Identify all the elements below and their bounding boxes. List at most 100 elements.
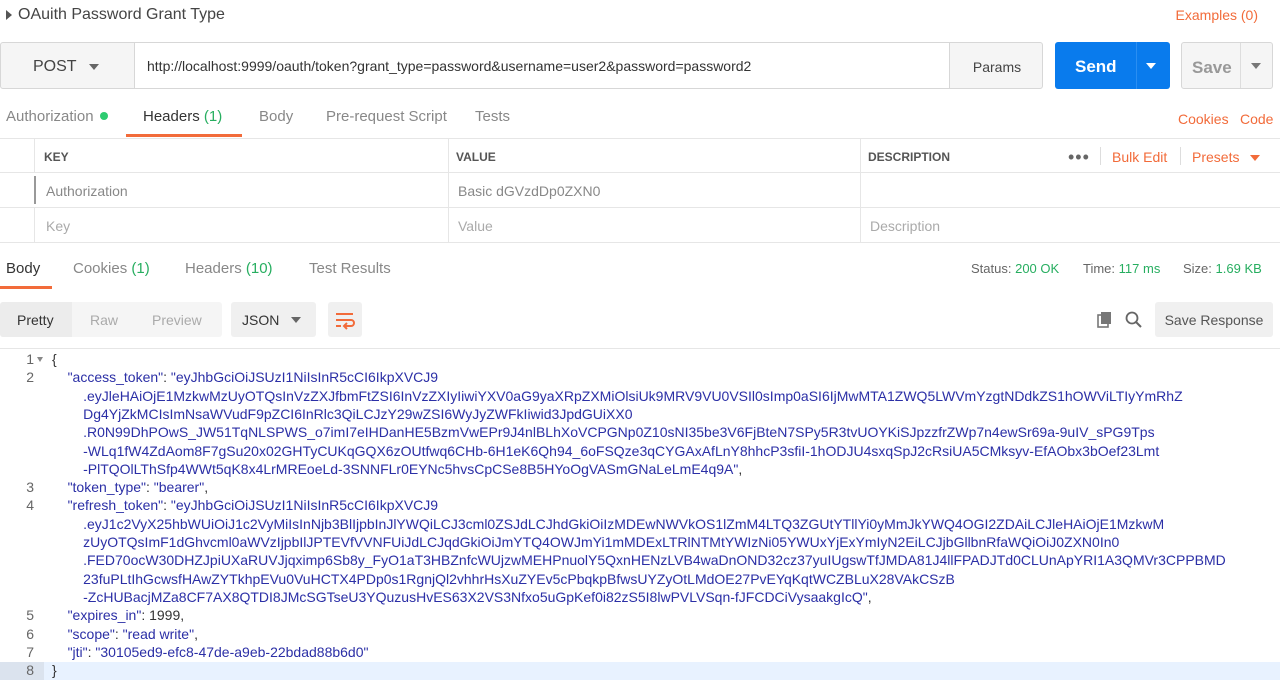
request-bar: POST http://localhost:9999/oauth/token?g… — [0, 42, 1280, 90]
code-text: "refresh_token": "eyJhbGciOiJSUzI1NiIsIn… — [52, 497, 439, 514]
line-number: 6 — [26, 625, 34, 642]
line-number: 1 — [26, 351, 34, 367]
json-punct — [52, 626, 68, 642]
column-divider — [34, 139, 35, 172]
tab-authorization[interactable]: Authorization — [6, 108, 108, 125]
new-description-input[interactable]: Description — [870, 218, 940, 234]
preview-button[interactable]: Preview — [152, 312, 202, 328]
tab-tests[interactable]: Tests — [475, 108, 510, 125]
table-row: Key Value Description — [0, 208, 1280, 243]
json-key: "refresh_token" — [67, 497, 164, 514]
pretty-button[interactable]: Pretty — [17, 312, 54, 328]
tab-response-body[interactable]: Body — [6, 260, 40, 277]
new-value-input[interactable]: Value — [458, 218, 493, 234]
row-checkbox-marker[interactable] — [34, 176, 36, 204]
json-key: "jti" — [67, 643, 88, 660]
tab-response-cookies[interactable]: Cookies (1) — [73, 260, 150, 277]
column-header-description: DESCRIPTION — [868, 150, 951, 164]
code-line: 8} — [0, 662, 1280, 680]
presets-dropdown[interactable]: Presets — [1192, 149, 1239, 165]
line-number: 4 — [26, 497, 34, 514]
more-options-icon[interactable]: ••• — [1068, 147, 1090, 168]
column-divider — [860, 208, 861, 242]
chevron-down-icon[interactable] — [1250, 155, 1260, 161]
wrap-lines-button[interactable] — [328, 302, 362, 337]
copy-icon[interactable] — [1096, 311, 1114, 329]
code-text: "token_type": "bearer", — [52, 479, 209, 496]
json-string: 23fuPLtIhGcwsfHAwZYTkhpEVu0VuHCTX4PDp0s1… — [52, 570, 955, 587]
format-select[interactable]: JSON — [231, 302, 316, 337]
code-text: 23fuPLtIhGcwsfHAwZYTkhpEVu0VuHCTX4PDp0s1… — [52, 571, 955, 587]
cookies-link[interactable]: Cookies — [1178, 111, 1229, 127]
url-input[interactable]: http://localhost:9999/oauth/token?grant_… — [134, 42, 950, 89]
status-label: Status: — [971, 261, 1012, 276]
code-text: zUyOTQsImF1dGhvcml0aWVzIjpbIlJPTEVfVVNFU… — [52, 534, 1119, 550]
request-tabs: Authorization Headers (1) Body Pre-reque… — [0, 100, 1280, 138]
tab-label: Cookies — [73, 260, 128, 277]
raw-button[interactable]: Raw — [90, 312, 118, 328]
wrap-lines-icon — [336, 313, 355, 330]
tab-label: Authorization — [6, 108, 94, 125]
code-text: } — [52, 662, 57, 678]
search-icon[interactable] — [1124, 310, 1144, 330]
json-string: .R0N99DhPOwS_JW51TqNLSPWS_o7imI7eIHDanHE… — [52, 424, 1155, 441]
examples-dropdown[interactable]: Examples (0) — [1176, 7, 1258, 23]
code-line: .eyJ1c2VyX25hbWUiOiJ1c2VyMiIsInNjb3BlIjp… — [0, 516, 1280, 534]
params-button[interactable]: Params — [949, 42, 1043, 89]
column-header-value: VALUE — [456, 150, 496, 164]
json-punct — [52, 497, 68, 513]
code-line: .eyJleHAiOjE1MzkwMzUyOTQsInVzZXJfbmFtZSI… — [0, 388, 1280, 406]
chevron-down-icon[interactable] — [1146, 63, 1156, 69]
collapse-triangle-icon[interactable] — [6, 10, 12, 20]
code-line: 1{ — [0, 351, 1280, 369]
json-string: "bearer" — [153, 479, 205, 496]
save-label: Save — [1192, 58, 1232, 77]
bulk-edit-link[interactable]: Bulk Edit — [1112, 149, 1167, 165]
code-link[interactable]: Code — [1240, 111, 1273, 127]
size-readout: Size: 1.69 KB — [1183, 261, 1262, 276]
size-label: Size: — [1183, 261, 1212, 276]
request-title-bar: OAuith Password Grant Type Examples (0) — [0, 0, 1280, 32]
json-punct — [52, 607, 68, 623]
line-number: 8 — [26, 662, 34, 679]
active-tab-indicator — [126, 134, 242, 137]
code-text: -WLq1fW4ZdAom8F7gSu20x02GHTyCUKqGQX6zOUt… — [52, 443, 1159, 459]
response-toolbar: Pretty Raw Preview JSON Save Response — [0, 302, 1280, 338]
fold-arrow-icon[interactable] — [37, 357, 43, 362]
json-string: "30105ed9-efc8-47de-a9eb-22bdad88b6d0" — [95, 643, 369, 660]
response-body-viewer[interactable]: 1{2 "access_token": "eyJhbGciOiJSUzI1NiI… — [0, 348, 1280, 683]
code-line: -WLq1fW4ZdAom8F7gSu20x02GHTyCUKqGQX6zOUt… — [0, 443, 1280, 461]
chevron-down-icon[interactable] — [1251, 63, 1261, 69]
save-button[interactable]: Save — [1181, 42, 1273, 89]
tab-pre-request-script[interactable]: Pre-request Script — [326, 108, 447, 125]
tab-test-results[interactable]: Test Results — [309, 260, 391, 277]
tab-label: Headers — [143, 108, 200, 125]
method-select[interactable]: POST — [0, 42, 135, 89]
save-response-button[interactable]: Save Response — [1155, 302, 1273, 337]
json-string: -PlTQOlLThSfp4WWt5qK8x4LrMREoeLd-3SNNFLr… — [52, 460, 739, 477]
json-punct: : — [163, 497, 171, 514]
tab-body[interactable]: Body — [259, 108, 293, 125]
request-name[interactable]: OAuith Password Grant Type — [18, 6, 225, 24]
column-divider — [448, 208, 449, 242]
code-text: "expires_in": 1999, — [52, 607, 185, 624]
table-header-row: KEY VALUE DESCRIPTION ••• Bulk Edit Pres… — [0, 138, 1280, 173]
send-label: Send — [1075, 57, 1117, 76]
new-key-input[interactable]: Key — [46, 218, 70, 234]
json-string: zUyOTQsImF1dGhvcml0aWVzIjpbIlJPTEVfVVNFU… — [52, 534, 1120, 550]
json-punct: : 1999, — [141, 607, 185, 624]
tab-label: Headers — [185, 260, 242, 277]
json-punct — [52, 644, 68, 660]
table-row: Authorization Basic dGVzdDp0ZXN0 — [0, 173, 1280, 208]
header-key-input[interactable]: Authorization — [46, 183, 128, 199]
tab-response-headers[interactable]: Headers (10) — [185, 260, 273, 277]
header-value-input[interactable]: Basic dGVzdDp0ZXN0 — [458, 183, 600, 199]
send-button[interactable]: Send — [1055, 42, 1170, 89]
json-punct: : — [146, 479, 154, 496]
save-response-label: Save Response — [1164, 312, 1264, 328]
json-punct: : — [163, 369, 171, 386]
send-divider — [1136, 42, 1137, 89]
json-punct: , — [204, 479, 209, 496]
status-readout: Status: 200 OK — [971, 261, 1059, 276]
tab-headers[interactable]: Headers (1) — [143, 108, 222, 125]
